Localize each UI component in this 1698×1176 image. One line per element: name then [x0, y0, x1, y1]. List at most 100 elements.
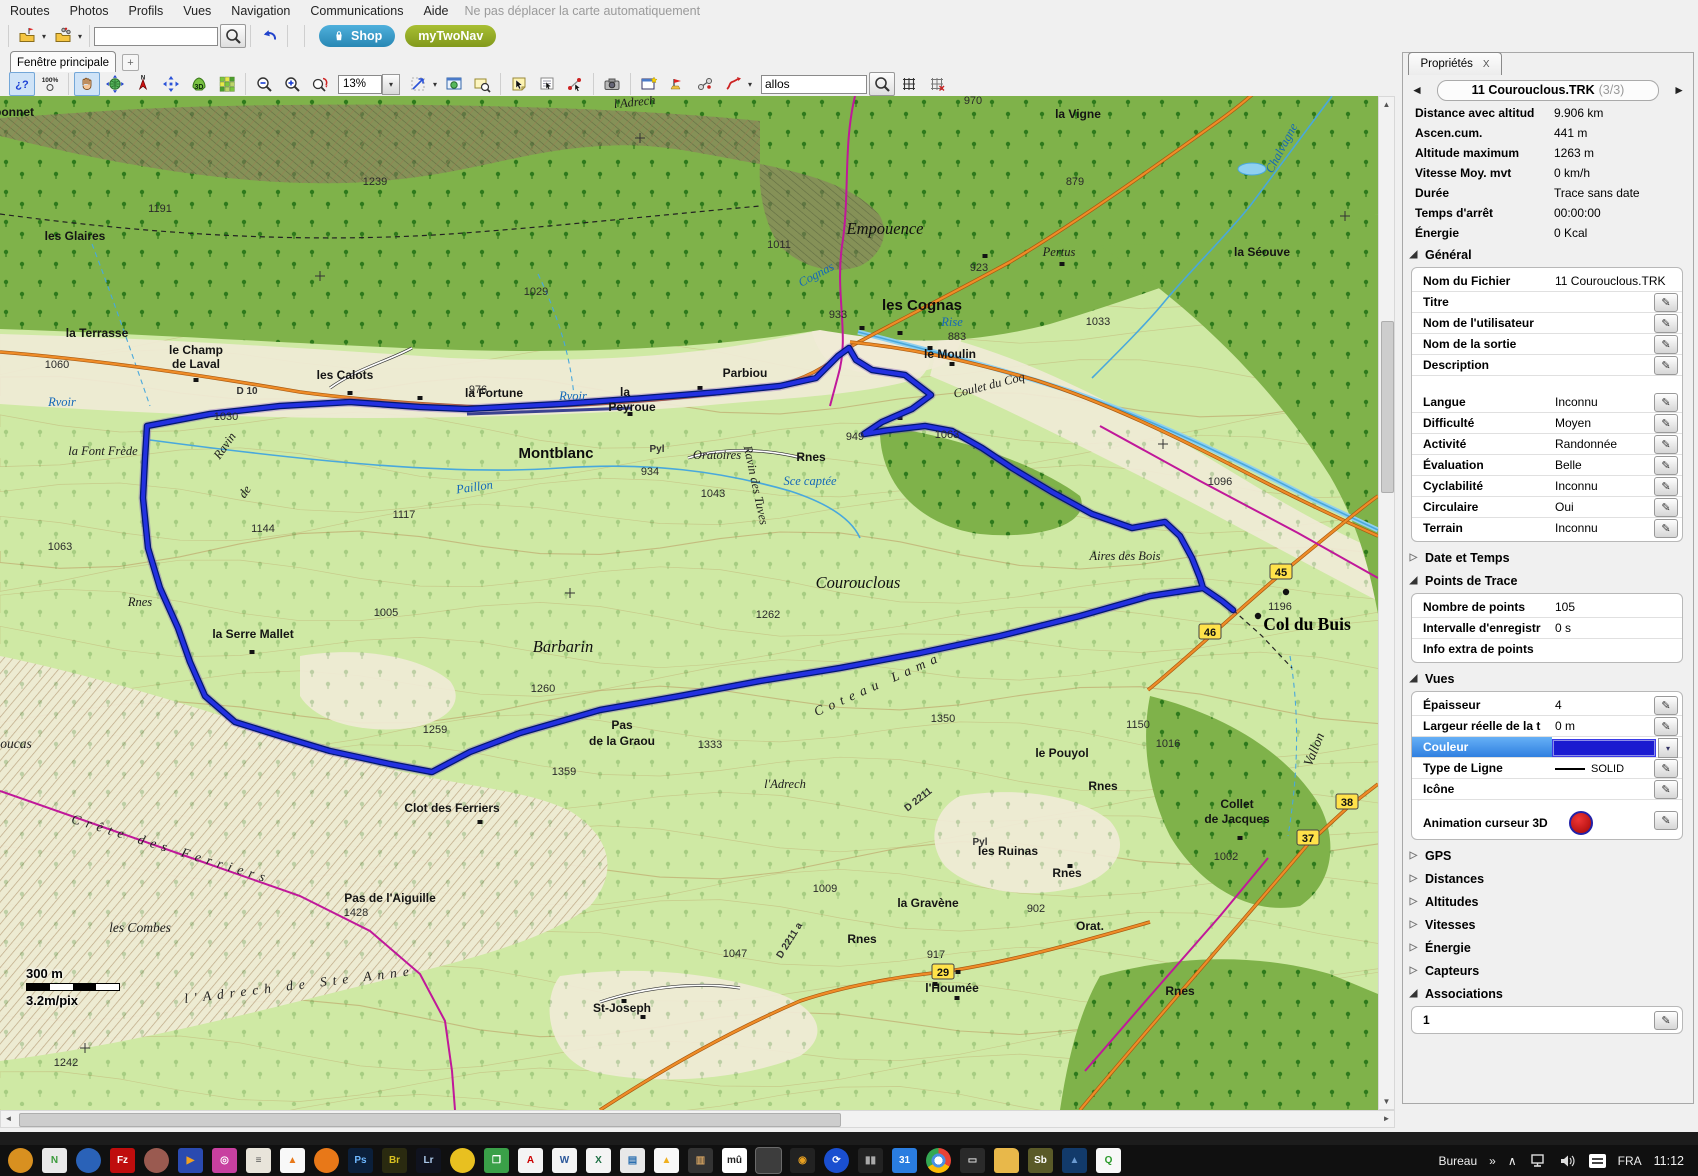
taskbar-xnview-icon[interactable] [450, 1148, 475, 1173]
property-row[interactable]: Animation curseur 3D✎ [1412, 810, 1682, 836]
previous-zoom-button[interactable] [307, 72, 333, 96]
property-row[interactable]: ÉvaluationBelle✎ [1412, 455, 1682, 476]
taskbar-notes-icon[interactable]: ≡ [246, 1148, 271, 1173]
taskbar-vlc-icon[interactable]: ▲ [280, 1148, 305, 1173]
desktop-toolbar-label[interactable]: Bureau [1438, 1154, 1477, 1168]
taskbar-qgis-icon[interactable]: Q [1096, 1148, 1121, 1173]
notification-icon[interactable] [1589, 1154, 1606, 1168]
taskbar-lightroom-icon[interactable]: Lr [416, 1148, 441, 1173]
menu-aide[interactable]: Aide [413, 2, 458, 20]
open-tracks-button[interactable] [49, 23, 77, 49]
quick-search-button[interactable] [220, 24, 246, 48]
edit-pencil-button[interactable]: ✎ [1654, 456, 1678, 475]
scroll-right-arrow[interactable]: ► [1379, 1111, 1394, 1126]
scaletool-dropdown[interactable]: ▾ [430, 80, 440, 89]
open-waypoints-dropdown[interactable]: ▾ [39, 32, 49, 41]
desktop-toolbar-chevron[interactable]: » [1489, 1154, 1496, 1168]
taskbar-chart-app-icon[interactable]: ▮▮ [858, 1148, 883, 1173]
menu-routes[interactable]: Routes [0, 2, 60, 20]
zoom-in-button[interactable] [279, 72, 305, 96]
taskbar-library-app-icon[interactable]: ▥ [688, 1148, 713, 1173]
taskbar-sync-app-icon[interactable]: ⟳ [824, 1148, 849, 1173]
edit-pencil-button[interactable]: ✎ [1654, 414, 1678, 433]
taskbar-compegps-icon[interactable] [756, 1148, 781, 1173]
track-title-capsule[interactable]: 11 Courouclous.TRK (3/3) [1437, 80, 1659, 101]
view-3d-button[interactable]: 3D [186, 72, 212, 96]
menu-vues[interactable]: Vues [173, 2, 221, 20]
volume-icon[interactable] [1559, 1153, 1577, 1169]
property-row[interactable]: Description✎ [1412, 355, 1682, 376]
map-search-button[interactable] [869, 72, 895, 96]
new-route-button[interactable] [692, 72, 718, 96]
screenshot-button[interactable] [599, 72, 625, 96]
section-vues[interactable]: ◢Vues [1403, 667, 1693, 690]
prev-track-button[interactable]: ◄ [1411, 83, 1431, 97]
edit-pencil-button[interactable]: ✎ [1654, 717, 1678, 736]
taskbar-launcher-icon[interactable] [8, 1148, 33, 1173]
scale-tool-button[interactable] [405, 72, 431, 96]
section-distances[interactable]: ▷Distances [1403, 867, 1693, 890]
edit-pencil-button[interactable]: ✎ [1654, 498, 1678, 517]
color-dropdown-button[interactable]: ▾ [1658, 738, 1678, 758]
taskbar-word-icon[interactable]: W [552, 1148, 577, 1173]
section--nergie[interactable]: ▷Énergie [1403, 936, 1693, 959]
taskbar-chrome-icon[interactable] [926, 1148, 951, 1173]
taskbar-gdrive-icon[interactable]: ▲ [654, 1148, 679, 1173]
orient-north-button[interactable]: N [130, 72, 156, 96]
edit-pencil-button[interactable]: ✎ [1654, 477, 1678, 496]
property-row[interactable]: 1✎ [1412, 1010, 1682, 1030]
taskbar-photo-viewer-icon[interactable]: ▲ [1062, 1148, 1087, 1173]
open-waypoints-button[interactable] [13, 23, 41, 49]
language-indicator[interactable]: FRA [1618, 1154, 1642, 1168]
tab-main-window[interactable]: Fenêtre principale [10, 51, 116, 73]
section-altitudes[interactable]: ▷Altitudes [1403, 890, 1693, 913]
property-row[interactable]: Épaisseur4✎ [1412, 695, 1682, 716]
zoom-level-dropdown[interactable]: ▾ [382, 74, 400, 95]
edit-pencil-button[interactable]: ✎ [1654, 780, 1678, 799]
track-color-swatch[interactable] [1552, 739, 1656, 757]
property-row[interactable]: TerrainInconnu✎ [1412, 518, 1682, 538]
property-row[interactable]: Largeur réelle de la t0 m✎ [1412, 716, 1682, 737]
info-mode-button[interactable]: ¿? [9, 72, 35, 96]
taskbar-acrobat-icon[interactable]: A [518, 1148, 543, 1173]
menu-profils[interactable]: Profils [119, 2, 174, 20]
open-tracks-dropdown[interactable]: ▾ [75, 32, 85, 41]
section-date-et-temps[interactable]: ▷Date et Temps [1403, 546, 1693, 569]
property-row[interactable]: CyclabilitéInconnu✎ [1412, 476, 1682, 497]
taskbar-copy-tool-icon[interactable]: ❐ [484, 1148, 509, 1173]
property-row[interactable]: CirculaireOui✎ [1412, 497, 1682, 518]
property-row[interactable]: Nom de l'utilisateur✎ [1412, 313, 1682, 334]
map-canvas[interactable]: 4546383729ponnetles Glaires11911239la Te… [0, 96, 1378, 1110]
new-track-button[interactable] [720, 72, 746, 96]
edit-pencil-button[interactable]: ✎ [1654, 759, 1678, 778]
zoom-100-button[interactable]: 100% [37, 72, 63, 96]
taskbar-excel-icon[interactable]: X [586, 1148, 611, 1173]
quick-search-input[interactable] [94, 27, 218, 46]
map-vertical-scrollbar[interactable]: ▲ ▼ [1378, 96, 1395, 1110]
edit-pencil-button[interactable]: ✎ [1654, 335, 1678, 354]
section-gps[interactable]: ▷GPS [1403, 844, 1693, 867]
taskbar-bridge-icon[interactable]: Br [382, 1148, 407, 1173]
property-row[interactable]: LangueInconnu✎ [1412, 392, 1682, 413]
property-row[interactable]: DifficultéMoyen✎ [1412, 413, 1682, 434]
property-row[interactable]: Titre✎ [1412, 292, 1682, 313]
property-row[interactable]: Couleur▾ [1412, 737, 1682, 758]
zoom-out-button[interactable] [251, 72, 277, 96]
edit-pencil-button[interactable]: ✎ [1654, 1011, 1678, 1030]
section-vitesses[interactable]: ▷Vitesses [1403, 913, 1693, 936]
taskbar-filezilla-icon[interactable]: Fz [110, 1148, 135, 1173]
measure-tool-button[interactable] [562, 72, 588, 96]
taskbar-globe-app-icon[interactable] [76, 1148, 101, 1173]
section-associations[interactable]: ◢Associations [1403, 982, 1693, 1005]
edit-pencil-button[interactable]: ✎ [1654, 519, 1678, 538]
show-grid-button[interactable] [896, 72, 922, 96]
section-g-n-ral[interactable]: ◢Général [1403, 243, 1693, 266]
property-row[interactable]: Type de LigneSOLID✎ [1412, 758, 1682, 779]
pan-tool-button[interactable] [74, 72, 100, 96]
taskbar-firefox-icon[interactable] [314, 1148, 339, 1173]
world-view-button[interactable] [102, 72, 128, 96]
taskbar-comm-app-icon[interactable] [144, 1148, 169, 1173]
zoom-window-button[interactable] [469, 72, 495, 96]
add-tab-button[interactable]: + [122, 54, 139, 71]
taskbar-photoshop-icon[interactable]: Ps [348, 1148, 373, 1173]
